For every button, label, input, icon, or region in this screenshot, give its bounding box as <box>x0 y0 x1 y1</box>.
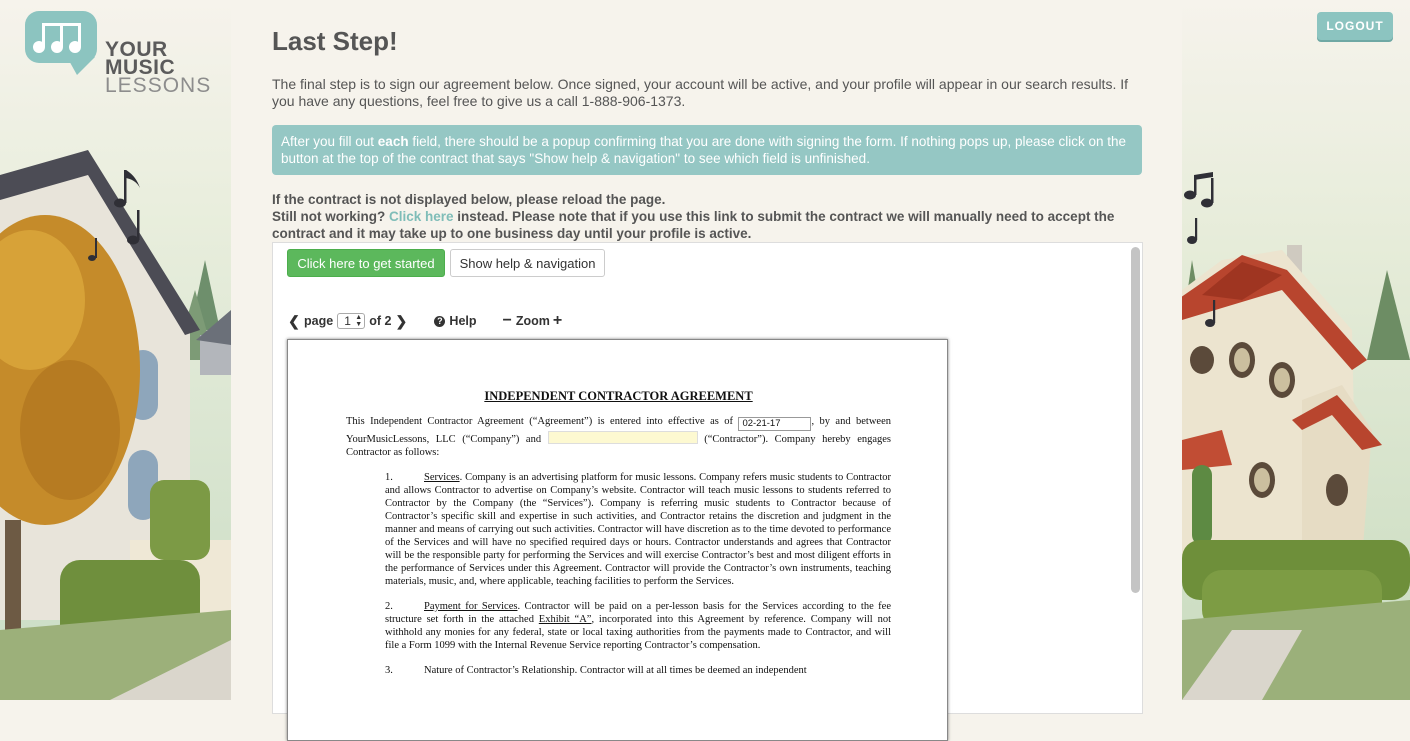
left-illustration <box>0 0 231 700</box>
contract-page: INDEPENDENT CONTRACTOR AGREEMENT This In… <box>287 339 948 741</box>
page-title: Last Step! <box>272 26 398 56</box>
viewer-scrollbar[interactable] <box>1131 247 1140 593</box>
intro-text: The final step is to sign our agreement … <box>272 76 1129 109</box>
right-illustration <box>1182 0 1410 700</box>
page-label: page <box>304 314 334 328</box>
clause-2-exhibit: Exhibit “A” <box>538 614 592 625</box>
clause-1: 1. Services. Company is an advertising pl… <box>385 471 891 588</box>
next-page-icon[interactable]: ❯ <box>394 313 408 330</box>
clause-1-text: . Company is an advertising platform for… <box>385 472 891 587</box>
notice-line-2: Still not working? Click here instead. P… <box>272 208 1142 242</box>
page-number-input[interactable]: 1 ▲ ▼ <box>337 313 366 329</box>
zoom-label: Zoom <box>515 314 550 328</box>
page-count: of 2 <box>369 314 392 328</box>
zoom-out-icon[interactable]: − <box>503 312 512 330</box>
effective-date-field[interactable]: 02-21-17 <box>738 417 812 431</box>
alert-text-bold: each <box>377 134 409 149</box>
logo-wordmark: YOUR MUSIC LESSONS <box>105 39 212 97</box>
clause-1-title: Services <box>424 472 460 483</box>
show-help-navigation-button[interactable]: Show help & navigation <box>450 249 605 277</box>
get-started-button[interactable]: Click here to get started <box>287 249 445 277</box>
contract-intro: This Independent Contractor Agreement (“… <box>346 415 891 459</box>
reload-notice: If the contract is not displayed below, … <box>272 191 1142 242</box>
site-logo[interactable]: YOUR MUSIC LESSONS <box>25 11 215 101</box>
contract-viewer: Click here to get started Show help & na… <box>272 242 1143 741</box>
logo-line-3: LESSONS <box>105 74 212 97</box>
contract-title: INDEPENDENT CONTRACTOR AGREEMENT <box>484 389 753 403</box>
previous-page-icon[interactable]: ❮ <box>287 313 301 330</box>
clause-3: 3. Nature of Contractor’s Relationship. C… <box>385 664 891 677</box>
contractor-name-field[interactable] <box>547 431 698 444</box>
page-navigation: ❮ page 1 ▲ ▼ of 2 ❯ ? Help − Zoom + <box>287 311 562 331</box>
clause-2: 2. Payment for Services. Contractor will … <box>385 600 891 652</box>
help-icon[interactable]: ? <box>434 315 446 327</box>
logout-button[interactable]: LOGOUT <box>1317 12 1393 40</box>
page-number-value: 1 <box>344 314 351 328</box>
alert-text-post: field, there should be a popup confirmin… <box>281 134 1127 166</box>
click-here-link[interactable]: Click here <box>389 209 454 224</box>
contract-text: INDEPENDENT CONTRACTOR AGREEMENT This In… <box>346 390 891 677</box>
help-link[interactable]: Help <box>449 314 476 328</box>
clause-2-number: 2. <box>385 601 393 612</box>
main-panel: Last Step! The final step is to sign our… <box>231 0 1182 741</box>
clause-3-number: 3. <box>385 665 393 676</box>
clause-3-text: Nature of Contractor’s Relationship. Con… <box>424 665 807 676</box>
music-notes-icon <box>33 23 81 53</box>
instructions-alert: After you fill out each field, there sho… <box>272 125 1142 175</box>
page-spinner-icon[interactable]: ▲ ▼ <box>355 314 362 328</box>
notice-line-1: If the contract is not displayed below, … <box>272 192 666 207</box>
notice-pre: Still not working? <box>272 209 389 224</box>
clause-2-title: Payment for Services <box>424 601 518 612</box>
alert-text-pre: After you fill out <box>281 134 378 149</box>
intro-pre: This Independent Contractor Agreement (“… <box>346 416 734 427</box>
zoom-in-icon[interactable]: + <box>553 312 562 330</box>
clause-1-number: 1. <box>385 472 393 483</box>
